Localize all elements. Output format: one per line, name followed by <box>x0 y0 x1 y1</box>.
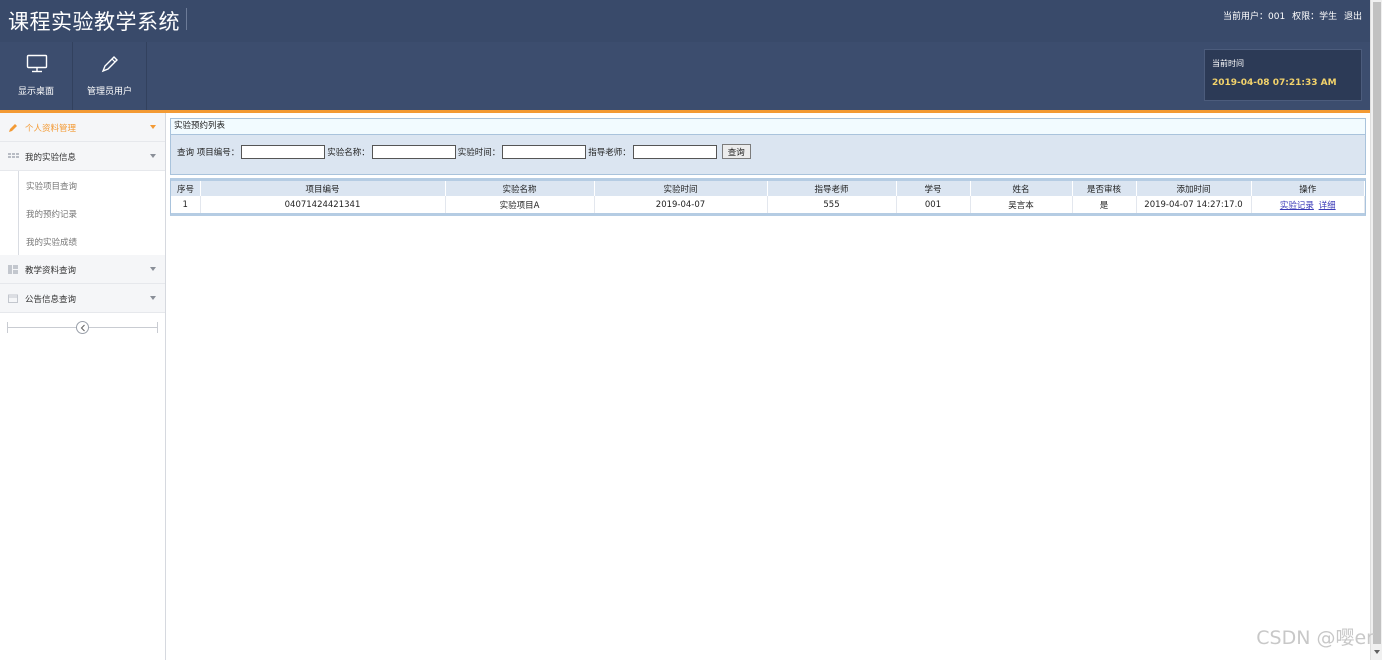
project-no-label: 项目编号： <box>196 147 240 158</box>
sidebar-item-label: 我的预约记录 <box>26 210 78 220</box>
sidebar-group-profile[interactable]: 个人资料管理 <box>0 113 165 142</box>
toolbar: 显示桌面 管理员用户 当前时间 2019-04-08 07:21:33 AM <box>0 42 1370 110</box>
sidebar-group-label: 公告信息查询 <box>25 295 77 305</box>
current-time-value: 2019-04-08 07:21:33 AM <box>1212 78 1337 88</box>
admin-user-label: 管理员用户 <box>86 87 132 97</box>
teacher-label: 指导老师： <box>588 147 631 158</box>
sidebar-item-my-reservations[interactable]: 我的预约记录 <box>0 199 165 227</box>
column-header-exp-time: 实验时间 <box>594 181 768 196</box>
project-no-input[interactable] <box>241 144 326 159</box>
column-header-name: 姓名 <box>970 181 1073 196</box>
admin-user-button[interactable]: 管理员用户 <box>73 42 147 110</box>
pencil-icon <box>9 124 17 132</box>
sidebar-item-my-scores[interactable]: 我的实验成绩 <box>0 227 165 255</box>
column-header-project-no: 项目编号 <box>200 181 446 196</box>
app-title: 课程实验教学系统 <box>8 10 180 34</box>
cell-audited: 是 <box>1072 196 1137 213</box>
chevron-down-icon <box>150 296 156 300</box>
calendar-icon <box>8 294 18 303</box>
sidebar-group-label: 我的实验信息 <box>25 153 77 163</box>
search-prefix-label: 查询 <box>177 147 195 158</box>
column-header-student-no: 学号 <box>896 181 971 196</box>
column-header-exp-name: 实验名称 <box>445 181 595 196</box>
experiment-record-link[interactable]: 实验记录 <box>1280 201 1314 211</box>
detail-link[interactable]: 详细 <box>1319 201 1336 211</box>
collapse-divider-left <box>7 322 8 333</box>
exp-name-label: 实验名称： <box>327 147 370 158</box>
tree-line <box>18 171 19 199</box>
chevron-down-icon <box>150 125 156 129</box>
scroll-down-arrow-icon[interactable] <box>1374 650 1380 654</box>
top-title-bar: 课程实验教学系统 当前用户：001 权限：学生 退出 <box>0 0 1370 42</box>
user-info-bar: 当前用户：001 权限：学生 退出 <box>1219 9 1362 22</box>
show-desktop-button[interactable]: 显示桌面 <box>0 42 73 110</box>
cell-teacher: 555 <box>767 196 897 213</box>
column-header-index: 序号 <box>171 181 201 196</box>
watermark: CSDN @嘤er <box>1256 627 1374 649</box>
cell-exp-name: 实验项目A <box>445 196 595 213</box>
sidebar-group-label: 教学资料查询 <box>25 266 77 276</box>
grid-icon <box>8 153 19 158</box>
reservation-table-container: 序号 项目编号 实验名称 实验时间 指导老师 学号 姓名 是否审核 添加时间 操… <box>170 178 1366 216</box>
chevron-down-icon <box>150 154 156 158</box>
app-window: 课程实验教学系统 当前用户：001 权限：学生 退出 显示桌面 管理员用户 当前… <box>0 0 1382 660</box>
column-header-added-time: 添加时间 <box>1136 181 1252 196</box>
chevron-left-icon <box>80 324 85 332</box>
cell-project-no: 04071424421341 <box>200 196 446 213</box>
reservation-table: 序号 项目编号 实验名称 实验时间 指导老师 学号 姓名 是否审核 添加时间 操… <box>171 181 1365 213</box>
cell-student-no: 001 <box>896 196 971 213</box>
role-text: 权限：学生 <box>1292 12 1338 22</box>
exp-time-input[interactable] <box>502 144 587 159</box>
collapse-divider-right <box>157 322 158 333</box>
tree-line <box>18 227 19 255</box>
search-bar: 查询 项目编号： 实验名称： 实验时间： 指导老师： 查询 <box>170 135 1366 175</box>
pen-icon <box>101 56 118 73</box>
cell-added-time: 2019-04-07 14:27:17.0 <box>1136 196 1252 213</box>
chevron-down-icon <box>150 267 156 271</box>
sidebar-group-label: 个人资料管理 <box>25 124 77 134</box>
exp-name-input[interactable] <box>371 144 456 159</box>
scrollbar-thumb[interactable] <box>1373 2 1381 644</box>
table-header-row: 序号 项目编号 实验名称 实验时间 指导老师 学号 姓名 是否审核 添加时间 操… <box>171 181 1365 196</box>
title-separator <box>186 8 187 30</box>
cell-name: 吴言本 <box>970 196 1073 213</box>
sidebar-collapse-button[interactable] <box>76 321 89 334</box>
sidebar-group-announcements[interactable]: 公告信息查询 <box>0 284 165 313</box>
accent-divider <box>0 110 1370 113</box>
layout-icon <box>8 265 18 274</box>
sidebar-collapse-row <box>0 313 165 343</box>
column-header-actions: 操作 <box>1251 181 1365 196</box>
show-desktop-label: 显示桌面 <box>17 87 54 97</box>
monitor-icon <box>26 54 48 73</box>
sidebar-group-teaching-materials[interactable]: 教学资料查询 <box>0 255 165 284</box>
current-time-label: 当前时间 <box>1212 59 1244 68</box>
sidebar-item-label: 实验项目查询 <box>26 182 78 192</box>
column-header-audited: 是否审核 <box>1072 181 1137 196</box>
vertical-scrollbar[interactable] <box>1370 0 1382 660</box>
current-time-box: 当前时间 2019-04-08 07:21:33 AM <box>1204 49 1362 101</box>
logout-link[interactable]: 退出 <box>1344 12 1362 22</box>
cell-actions: 实验记录 详细 <box>1251 196 1365 213</box>
sidebar-item-project-query[interactable]: 实验项目查询 <box>0 171 165 199</box>
sidebar: 个人资料管理 我的实验信息 实验项目查询 我的预约记录 我的实验成绩 教学资料查… <box>0 113 166 660</box>
exp-time-label: 实验时间： <box>457 147 501 158</box>
teacher-input[interactable] <box>632 144 717 159</box>
cell-exp-time: 2019-04-07 <box>594 196 768 213</box>
sidebar-group-my-experiments[interactable]: 我的实验信息 <box>0 142 165 171</box>
current-user-text: 当前用户：001 <box>1223 12 1286 22</box>
main-panel: 实验预约列表 查询 项目编号： 实验名称： 实验时间： 指导老师： 查询 序号 … <box>170 118 1366 216</box>
panel-title: 实验预约列表 <box>170 118 1366 135</box>
sidebar-item-label: 我的实验成绩 <box>26 238 78 248</box>
tree-line <box>18 199 19 227</box>
column-header-teacher: 指导老师 <box>767 181 897 196</box>
search-button[interactable]: 查询 <box>721 144 751 159</box>
table-row: 1 04071424421341 实验项目A 2019-04-07 555 00… <box>171 196 1365 213</box>
cell-index: 1 <box>171 196 201 213</box>
